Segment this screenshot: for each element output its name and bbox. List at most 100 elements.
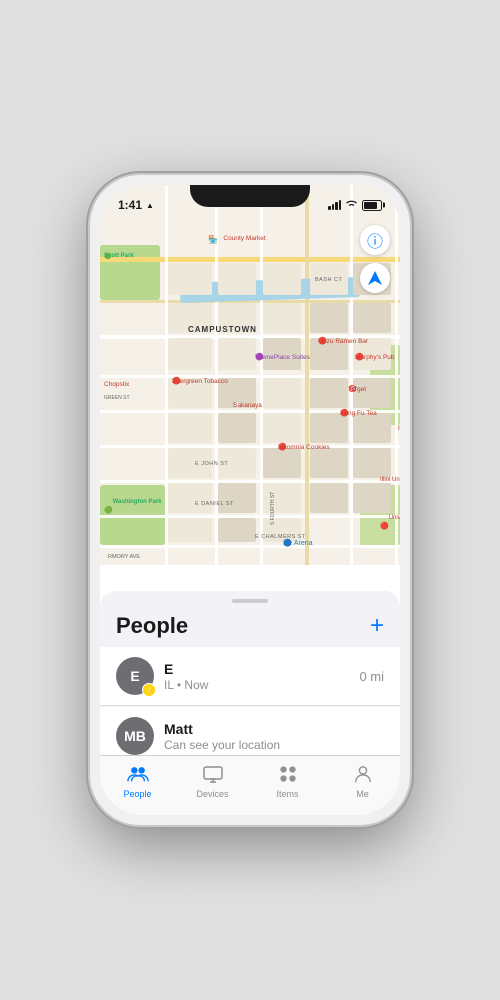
road-green-st <box>100 257 400 262</box>
devices-icon-svg <box>202 765 224 783</box>
illini-union-text: Illini Union <box>398 425 400 432</box>
murphys-pin: 🔴 Murphy's Pub <box>355 353 364 361</box>
block-12 <box>218 338 256 370</box>
person-e-info: E IL • Now <box>164 661 359 692</box>
block-38 <box>263 518 301 542</box>
items-icon-svg <box>277 765 299 783</box>
person-e-name: E <box>164 661 359 677</box>
kung-fu-pin: 🔴 Kung Fu Tea <box>340 409 349 417</box>
block-22 <box>218 413 256 443</box>
county-market-pin: 🏪 County Market <box>208 229 265 247</box>
avatar-e: E ⭐ <box>116 657 154 695</box>
devices-tab-icon <box>202 765 224 787</box>
notch <box>190 185 310 207</box>
road-7 <box>100 545 400 548</box>
washington-park-pin: 🟢 Washington Park <box>104 499 113 517</box>
block-11 <box>168 338 212 370</box>
devices-tab-label: Devices <box>196 789 228 799</box>
block-24 <box>310 413 348 443</box>
items-tab-label: Items <box>276 789 298 799</box>
tab-people[interactable]: People <box>100 765 175 799</box>
oozu-ramen-pin: 🔴 Oozu Ramen Bar <box>318 337 327 345</box>
block-14 <box>310 338 348 370</box>
block-31 <box>168 483 212 513</box>
people-icon-svg <box>127 765 149 783</box>
phone-frame: 1:41 ▲ <box>90 175 410 825</box>
bottom-sheet: People + E ⭐ E IL • Now 0 mi MB <box>100 591 400 767</box>
block-4 <box>310 263 348 295</box>
block-18 <box>263 378 301 408</box>
towneplace-pin: 🟣 TownePlace Suites <box>255 353 264 361</box>
block-37 <box>218 518 256 542</box>
location-arrow-icon: ▲ <box>146 201 154 210</box>
person-matt-status: Can see your location <box>164 738 384 752</box>
block-6 <box>168 303 212 333</box>
people-tab-icon <box>127 765 149 787</box>
block-23 <box>263 413 301 443</box>
block-35 <box>353 483 391 513</box>
avatar-matt: MB <box>116 717 154 755</box>
sheet-title-row: People + <box>100 607 400 647</box>
block-13 <box>263 338 301 370</box>
road-v4-major <box>305 185 309 565</box>
map-area[interactable]: 🏪 County Market 🟢 Scott Park CAMPUSTOWN … <box>100 185 400 565</box>
add-person-button[interactable]: + <box>370 614 384 638</box>
road-v6 <box>395 185 398 565</box>
tab-me[interactable]: Me <box>325 765 400 799</box>
status-time: 1:41 ▲ <box>118 198 154 212</box>
block-33 <box>263 483 301 513</box>
block-21 <box>168 413 212 443</box>
block-27 <box>218 448 256 478</box>
info-icon: ⓘ <box>367 228 383 252</box>
person-matt-name: Matt <box>164 721 384 737</box>
map-background: 🏪 County Market 🟢 Scott Park CAMPUSTOWN … <box>100 185 400 565</box>
items-tab-icon <box>277 765 299 787</box>
person-matt-info: Matt Can see your location <box>164 721 384 752</box>
block-36 <box>168 518 212 542</box>
tab-devices[interactable]: Devices <box>175 765 250 799</box>
people-tab-label: People <box>123 789 151 799</box>
ice-arena-pin: 🔵 Ice Arena <box>283 539 292 547</box>
avatar-e-initials: E <box>130 668 139 684</box>
green-st-text: GREEN ST <box>104 395 130 401</box>
person-e-distance: 0 mi <box>359 669 384 684</box>
scott-park-area <box>100 245 160 300</box>
sheet-handle <box>232 599 268 603</box>
evergreen-pin: 🔴 Evergreen Tobacco <box>172 377 181 385</box>
sakanaya-pin: 🍽️ Sakanaya <box>233 401 242 409</box>
battery-icon <box>362 200 382 211</box>
block-7 <box>218 303 256 333</box>
tab-items[interactable]: Items <box>250 765 325 799</box>
block-9 <box>310 303 348 333</box>
block-34 <box>310 483 348 513</box>
sheet-title: People <box>116 613 188 639</box>
block-28 <box>263 448 301 478</box>
status-icons <box>328 199 382 212</box>
time-display: 1:41 <box>118 198 142 212</box>
block-3 <box>263 263 301 295</box>
star-badge-e: ⭐ <box>142 683 156 697</box>
wifi-icon <box>345 199 358 212</box>
ymca-pin: 🔴 University YMCA <box>380 515 389 533</box>
person-row-e[interactable]: E ⭐ E IL • Now 0 mi <box>100 647 400 706</box>
me-tab-label: Me <box>356 789 369 799</box>
target-pin: 🎯 Target <box>348 385 357 393</box>
block-8 <box>263 303 301 333</box>
tab-bar: People Devices <box>100 755 400 815</box>
chopstix-text: Chopstix <box>104 381 129 388</box>
block-10 <box>353 303 391 333</box>
county-market-label: County Market <box>223 235 265 242</box>
block-2 <box>218 263 256 295</box>
block-26 <box>168 448 212 478</box>
location-button[interactable] <box>360 263 390 293</box>
signal-icon <box>328 200 341 210</box>
phone-screen: 1:41 ▲ <box>100 185 400 815</box>
location-arrow-icon <box>367 270 383 286</box>
person-e-status: IL • Now <box>164 678 359 692</box>
info-button[interactable]: ⓘ <box>360 225 390 255</box>
block-30 <box>353 448 391 478</box>
me-tab-icon <box>352 765 374 787</box>
armory-ave-text: RMORY AVE <box>108 554 140 560</box>
me-icon-svg <box>352 765 374 783</box>
block-32 <box>218 483 256 513</box>
